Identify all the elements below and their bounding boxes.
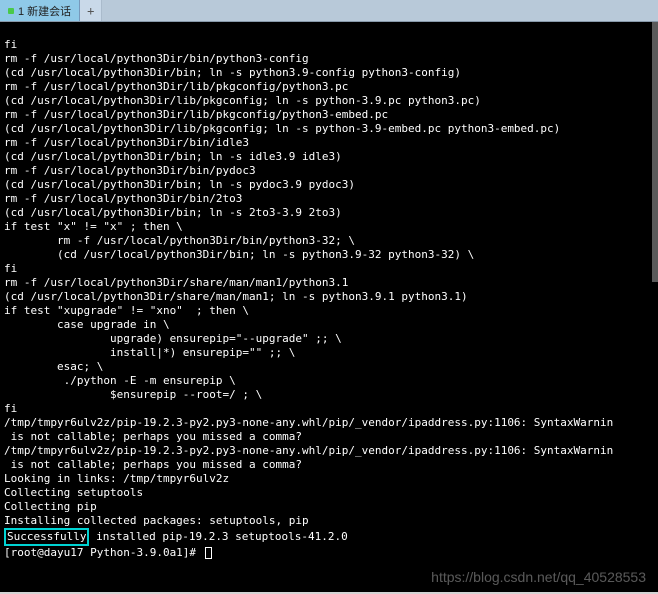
terminal-line: rm -f /usr/local/python3Dir/share/man/ma… — [4, 276, 654, 290]
terminal-line: (cd /usr/local/python3Dir/bin; ln -s 2to… — [4, 206, 654, 220]
terminal-line: (cd /usr/local/python3Dir/lib/pkgconfig;… — [4, 94, 654, 108]
terminal-line: is not callable; perhaps you missed a co… — [4, 430, 654, 444]
success-highlight: Successfully — [4, 528, 89, 546]
terminal-line: fi — [4, 402, 654, 416]
terminal-line: fi — [4, 38, 654, 52]
watermark-text: https://blog.csdn.net/qq_40528553 — [431, 570, 646, 584]
terminal-line: rm -f /usr/local/python3Dir/lib/pkgconfi… — [4, 108, 654, 122]
terminal-line: rm -f /usr/local/python3Dir/bin/idle3 — [4, 136, 654, 150]
terminal-line: (cd /usr/local/python3Dir/share/man/man1… — [4, 290, 654, 304]
tab-bar: 1 新建会话 + — [0, 0, 658, 22]
terminal-line: if test "x" != "x" ; then \ — [4, 220, 654, 234]
tab-add-button[interactable]: + — [80, 0, 102, 21]
terminal-line: rm -f /usr/local/python3Dir/bin/python3-… — [4, 52, 654, 66]
terminal-line: ./python -E -m ensurepip \ — [4, 374, 654, 388]
success-rest: installed pip-19.2.3 setuptools-41.2.0 — [89, 530, 347, 543]
terminal-line: rm -f /usr/local/python3Dir/bin/pydoc3 — [4, 164, 654, 178]
terminal-line: is not callable; perhaps you missed a co… — [4, 458, 654, 472]
terminal-line: rm -f /usr/local/python3Dir/bin/python3-… — [4, 234, 654, 248]
terminal-line: Installing collected packages: setuptool… — [4, 514, 654, 528]
terminal-line: (cd /usr/local/python3Dir/bin; ln -s pyd… — [4, 178, 654, 192]
terminal-line: esac; \ — [4, 360, 654, 374]
tab-session-1[interactable]: 1 新建会话 — [0, 0, 80, 21]
vertical-scrollbar[interactable] — [652, 22, 658, 282]
shell-prompt: [root@dayu17 Python-3.9.0a1]# — [4, 546, 203, 559]
terminal-line: rm -f /usr/local/python3Dir/bin/2to3 — [4, 192, 654, 206]
terminal-line: (cd /usr/local/python3Dir/bin; ln -s idl… — [4, 150, 654, 164]
tab-label: 1 新建会话 — [18, 3, 71, 19]
terminal-output[interactable]: firm -f /usr/local/python3Dir/bin/python… — [0, 22, 658, 592]
terminal-line: /tmp/tmpyr6ulv2z/pip-19.2.3-py2.py3-none… — [4, 444, 654, 458]
terminal-line: $ensurepip --root=/ ; \ — [4, 388, 654, 402]
terminal-line: rm -f /usr/local/python3Dir/lib/pkgconfi… — [4, 80, 654, 94]
terminal-line: fi — [4, 262, 654, 276]
terminal-line: /tmp/tmpyr6ulv2z/pip-19.2.3-py2.py3-none… — [4, 416, 654, 430]
tab-status-icon — [8, 8, 14, 14]
terminal-line: if test "xupgrade" != "xno" ; then \ — [4, 304, 654, 318]
terminal-line: case upgrade in \ — [4, 318, 654, 332]
terminal-line: install|*) ensurepip="" ;; \ — [4, 346, 654, 360]
terminal-line: (cd /usr/local/python3Dir/bin; ln -s pyt… — [4, 66, 654, 80]
terminal-cursor — [205, 547, 212, 559]
terminal-line: Looking in links: /tmp/tmpyr6ulv2z — [4, 472, 654, 486]
terminal-line: upgrade) ensurepip="--upgrade" ;; \ — [4, 332, 654, 346]
terminal-line: Collecting pip — [4, 500, 654, 514]
terminal-line: (cd /usr/local/python3Dir/bin; ln -s pyt… — [4, 248, 654, 262]
terminal-line: (cd /usr/local/python3Dir/lib/pkgconfig;… — [4, 122, 654, 136]
terminal-line: Collecting setuptools — [4, 486, 654, 500]
